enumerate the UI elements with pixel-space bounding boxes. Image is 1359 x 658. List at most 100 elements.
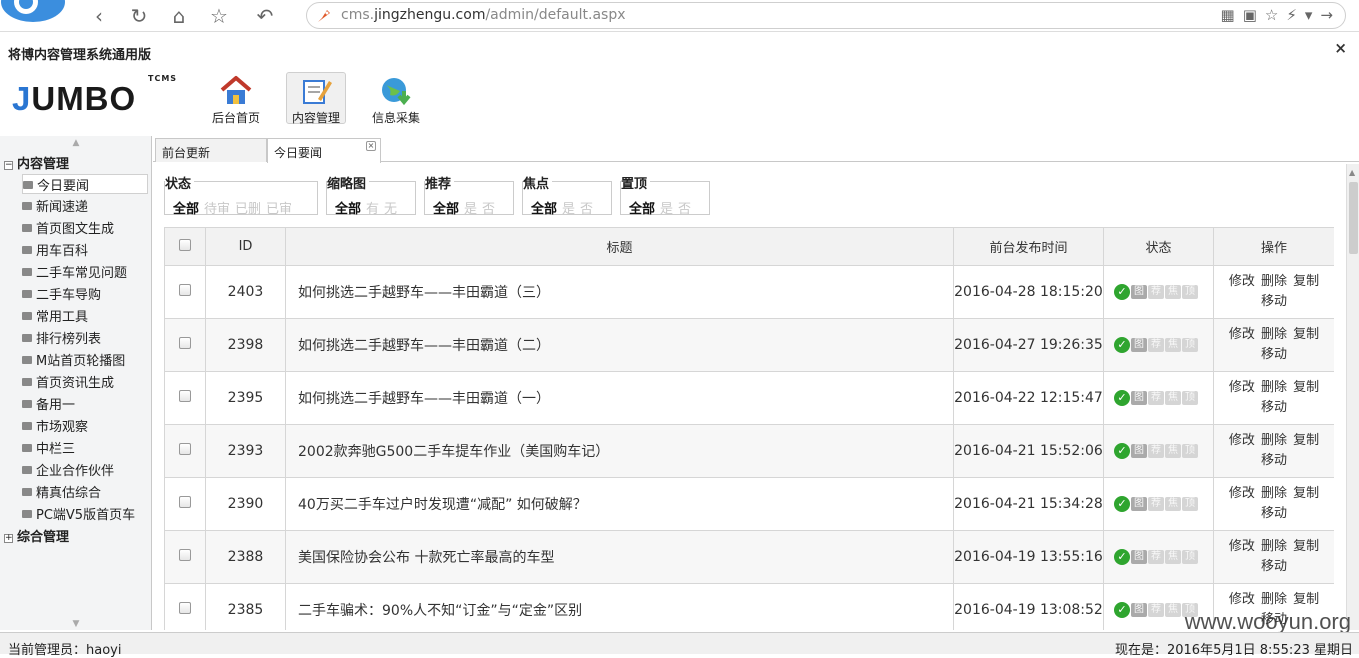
filter-option[interactable]: 是 [562, 202, 575, 217]
status-badge[interactable]: 图 [1131, 338, 1147, 352]
sidebar-item[interactable]: 二手车导购 [22, 284, 148, 304]
row-title[interactable]: 如何挑选二手越野车——丰田霸道（二） [285, 318, 954, 372]
filter-option[interactable]: 否 [580, 202, 593, 217]
move-link[interactable]: 移动 [1261, 347, 1287, 362]
row-checkbox[interactable] [179, 284, 191, 296]
row-title[interactable]: 美国保险协会公布 十款死亡率最高的车型 [285, 530, 954, 584]
move-link[interactable]: 移动 [1261, 400, 1287, 415]
delete-link[interactable]: 删除 [1261, 327, 1287, 342]
filter-option-all[interactable]: 全部 [629, 202, 655, 217]
row-title[interactable]: 2002款奔驰G500二手车提车作业（美国购车记） [285, 424, 954, 478]
sidebar-item[interactable]: 用车百科 [22, 240, 148, 260]
filter-option[interactable]: 是 [464, 202, 477, 217]
approved-check-icon[interactable]: ✓ [1114, 390, 1130, 406]
status-badge[interactable]: 荐 [1148, 444, 1164, 458]
tab-frontend-update[interactable]: 前台更新 [155, 138, 267, 162]
copy-link[interactable]: 复制 [1293, 433, 1319, 448]
approved-check-icon[interactable]: ✓ [1114, 337, 1130, 353]
status-badge[interactable]: 顶 [1182, 285, 1198, 299]
sidebar-item[interactable]: PC端V5版首页车 [22, 504, 148, 524]
status-badge[interactable]: 图 [1131, 285, 1147, 299]
status-badge[interactable]: 图 [1131, 603, 1147, 617]
copy-link[interactable]: 复制 [1293, 486, 1319, 501]
status-badge[interactable]: 荐 [1148, 391, 1164, 405]
sidebar-scroll-down-icon[interactable]: ▼ [70, 619, 82, 629]
sidebar-item[interactable]: 首页资讯生成 [22, 372, 148, 392]
sidebar-item-today-news[interactable]: 今日要闻 [22, 174, 148, 194]
row-checkbox[interactable] [179, 443, 191, 455]
sidebar-item[interactable]: 排行榜列表 [22, 328, 148, 348]
favorite-icon[interactable]: ☆ [1265, 6, 1278, 24]
reload-button[interactable]: ↻ [128, 5, 150, 27]
sidebar-item[interactable]: 新闻速递 [22, 196, 148, 216]
tab-today-news[interactable]: 今日要闻 × [267, 138, 381, 163]
edit-link[interactable]: 修改 [1229, 592, 1255, 607]
edit-link[interactable]: 修改 [1229, 486, 1255, 501]
row-title[interactable]: 如何挑选二手越野车——丰田霸道（一） [285, 371, 954, 425]
filter-option[interactable]: 已审 [266, 202, 292, 217]
status-badge[interactable]: 顶 [1182, 444, 1198, 458]
close-button[interactable]: × [1334, 39, 1347, 57]
row-checkbox[interactable] [179, 496, 191, 508]
sidebar-item[interactable]: 备用一 [22, 394, 148, 414]
status-badge[interactable]: 焦 [1165, 550, 1181, 564]
delete-link[interactable]: 删除 [1261, 274, 1287, 289]
dropdown-icon[interactable]: ▾ [1305, 6, 1313, 24]
status-badge[interactable]: 荐 [1148, 338, 1164, 352]
move-link[interactable]: 移动 [1261, 453, 1287, 468]
row-title[interactable]: 二手车骗术：90%人不知“订金”与“定金”区别 [285, 583, 954, 630]
status-badge[interactable]: 焦 [1165, 497, 1181, 511]
row-checkbox[interactable] [179, 549, 191, 561]
edit-link[interactable]: 修改 [1229, 380, 1255, 395]
copy-link[interactable]: 复制 [1293, 380, 1319, 395]
bookmark-button[interactable]: ☆ [208, 5, 230, 27]
address-bar[interactable]: cms.jingzhengu.com/admin/default.aspx ▦ … [306, 2, 1346, 29]
tab-close-icon[interactable]: × [366, 141, 376, 151]
back-button[interactable]: ‹ [88, 5, 110, 27]
expand-icon[interactable]: + [4, 534, 13, 543]
filter-option-all[interactable]: 全部 [433, 202, 459, 217]
filter-option-all[interactable]: 全部 [531, 202, 557, 217]
forward-icon[interactable]: → [1320, 6, 1333, 24]
status-badge[interactable]: 顶 [1182, 550, 1198, 564]
approved-check-icon[interactable]: ✓ [1114, 284, 1130, 300]
sidebar-group-general[interactable]: + 综合管理 [4, 526, 69, 545]
copy-link[interactable]: 复制 [1293, 274, 1319, 289]
select-all-checkbox[interactable] [179, 238, 191, 251]
status-badge[interactable]: 荐 [1148, 497, 1164, 511]
filter-option[interactable]: 待审 [204, 202, 230, 217]
col-id[interactable]: ID [205, 227, 286, 266]
edit-link[interactable]: 修改 [1229, 274, 1255, 289]
delete-link[interactable]: 删除 [1261, 380, 1287, 395]
filter-option[interactable]: 否 [678, 202, 691, 217]
delete-link[interactable]: 删除 [1261, 592, 1287, 607]
sidebar-item[interactable]: M站首页轮播图 [22, 350, 148, 370]
sidebar-item[interactable]: 市场观察 [22, 416, 148, 436]
approved-check-icon[interactable]: ✓ [1114, 443, 1130, 459]
status-badge[interactable]: 焦 [1165, 391, 1181, 405]
scroll-thumb[interactable] [1349, 182, 1358, 254]
copy-link[interactable]: 复制 [1293, 539, 1319, 554]
delete-link[interactable]: 删除 [1261, 486, 1287, 501]
row-checkbox[interactable] [179, 390, 191, 402]
sidebar-item[interactable]: 二手车常见问题 [22, 262, 148, 282]
filter-option[interactable]: 否 [482, 202, 495, 217]
approved-check-icon[interactable]: ✓ [1114, 602, 1130, 618]
status-badge[interactable]: 图 [1131, 497, 1147, 511]
copy-link[interactable]: 复制 [1293, 327, 1319, 342]
filter-option[interactable]: 无 [384, 202, 397, 217]
status-badge[interactable]: 顶 [1182, 391, 1198, 405]
sidebar-scroll-up-icon[interactable]: ▲ [70, 138, 82, 148]
row-checkbox[interactable] [179, 337, 191, 349]
row-title[interactable]: 40万买二手车过户时发现遭“减配” 如何破解？ [285, 477, 954, 531]
copy-link[interactable]: 复制 [1293, 592, 1319, 607]
move-link[interactable]: 移动 [1261, 506, 1287, 521]
move-link[interactable]: 移动 [1261, 559, 1287, 574]
status-badge[interactable]: 荐 [1148, 285, 1164, 299]
approved-check-icon[interactable]: ✓ [1114, 496, 1130, 512]
url-text[interactable]: cms.jingzhengu.com/admin/default.aspx [341, 7, 626, 23]
status-badge[interactable]: 焦 [1165, 444, 1181, 458]
home-button[interactable]: ⌂ [168, 5, 190, 27]
sidebar-item[interactable]: 中栏三 [22, 438, 148, 458]
delete-link[interactable]: 删除 [1261, 539, 1287, 554]
